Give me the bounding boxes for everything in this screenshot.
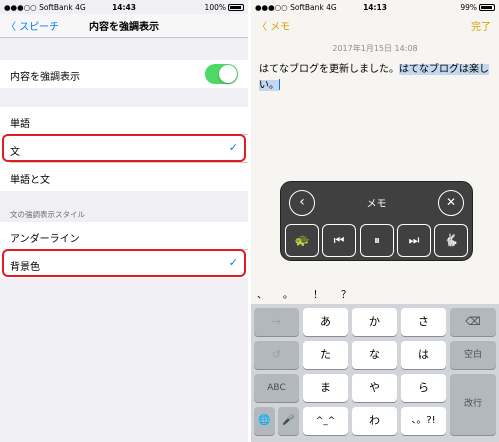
style-underline[interactable]: アンダーライン bbox=[0, 222, 248, 250]
key-ya[interactable]: や bbox=[352, 374, 397, 402]
key-na[interactable]: な bbox=[352, 341, 397, 369]
space-key[interactable]: 空白 bbox=[450, 341, 496, 369]
punctuation-bar: 、 。 ！ ？ bbox=[251, 282, 499, 304]
microphone-icon[interactable]: 🎤 bbox=[278, 407, 299, 435]
navigation-bar: 〈 スピーチ 内容を強調表示 bbox=[0, 14, 248, 38]
battery-percent: 99% bbox=[460, 3, 477, 12]
section-header: 文の強調表示スタイル bbox=[10, 210, 85, 219]
keyboard: → あ か さ ⌫ ↺ た な は 空白 ABC ま や ら 改行 🌐 🎤 ^_… bbox=[251, 304, 499, 442]
page-title: 内容を強調表示 bbox=[89, 22, 159, 33]
back-button[interactable]: 〈 メモ bbox=[257, 18, 290, 33]
skip-forward-icon[interactable]: ⏭ bbox=[397, 224, 431, 257]
note-body[interactable]: はてなブログを更新しました。はてなブログは楽しい。 bbox=[259, 62, 491, 94]
delete-icon[interactable]: ⌫ bbox=[450, 308, 496, 336]
globe-icon[interactable]: 🌐 bbox=[254, 407, 275, 435]
next-candidate-key[interactable]: → bbox=[254, 308, 299, 336]
option-label: 単語 bbox=[10, 119, 30, 130]
notes-screen: ●●●○○ SoftBank 4G 14:13 99% 〈 メモ 完了 2017… bbox=[251, 0, 499, 442]
note-text: はてなブログを更新しました。 bbox=[259, 64, 399, 75]
key-punctuation[interactable]: 、。?! bbox=[401, 407, 446, 435]
annotation-highlight bbox=[2, 134, 246, 162]
punct-key[interactable]: ？ bbox=[341, 286, 351, 301]
speech-controller: ‹ メモ ✕ 🐢 ⏮ ⏸ ⏭ 🐇 bbox=[280, 181, 473, 261]
key-sa[interactable]: さ bbox=[401, 308, 446, 336]
punct-key[interactable]: 、 bbox=[257, 286, 267, 301]
highlight-content-row: 内容を強調表示 bbox=[0, 60, 248, 88]
abc-key[interactable]: ABC bbox=[254, 374, 299, 402]
key-ta[interactable]: た bbox=[303, 341, 348, 369]
done-button[interactable]: 完了 bbox=[471, 18, 491, 33]
close-icon[interactable]: ✕ bbox=[438, 190, 464, 216]
return-key[interactable]: 改行 bbox=[450, 374, 496, 435]
status-bar: ●●●○○ SoftBank 4G 14:43 100% bbox=[0, 0, 248, 14]
toggle-knob bbox=[219, 65, 237, 83]
key-wa[interactable]: わ bbox=[352, 407, 397, 435]
battery-percent: 100% bbox=[204, 3, 226, 12]
punct-key[interactable]: 。 bbox=[283, 286, 293, 301]
punct-key[interactable]: ！ bbox=[313, 286, 323, 301]
option-word[interactable]: 単語 bbox=[0, 107, 248, 135]
slower-turtle-icon[interactable]: 🐢 bbox=[285, 224, 319, 257]
annotation-highlight bbox=[2, 249, 246, 277]
note-date: 2017年1月15日 14:08 bbox=[332, 44, 418, 53]
key-emoticon[interactable]: ^_^ bbox=[303, 407, 348, 435]
style-label: アンダーライン bbox=[10, 234, 80, 245]
key-a[interactable]: あ bbox=[303, 308, 348, 336]
key-ka[interactable]: か bbox=[352, 308, 397, 336]
pause-icon[interactable]: ⏸ bbox=[360, 224, 394, 257]
key-ha[interactable]: は bbox=[401, 341, 446, 369]
navigation-bar: 〈 メモ 完了 bbox=[251, 14, 499, 38]
battery-icon bbox=[228, 4, 244, 11]
status-bar: ●●●○○ SoftBank 4G 14:13 99% bbox=[251, 0, 499, 14]
highlight-content-label: 内容を強調表示 bbox=[10, 72, 80, 83]
text-caret bbox=[279, 79, 280, 90]
faster-rabbit-icon[interactable]: 🐇 bbox=[434, 224, 468, 257]
battery-icon bbox=[479, 4, 495, 11]
undo-icon[interactable]: ↺ bbox=[254, 341, 299, 369]
skip-back-icon[interactable]: ⏮ bbox=[322, 224, 356, 257]
option-word-and-sentence[interactable]: 単語と文 bbox=[0, 163, 248, 191]
settings-screen: ●●●○○ SoftBank 4G 14:43 100% 〈 スピーチ 内容を強… bbox=[0, 0, 248, 442]
highlight-content-toggle[interactable] bbox=[205, 64, 238, 84]
key-ma[interactable]: ま bbox=[303, 374, 348, 402]
key-ra[interactable]: ら bbox=[401, 374, 446, 402]
option-label: 単語と文 bbox=[10, 175, 50, 186]
